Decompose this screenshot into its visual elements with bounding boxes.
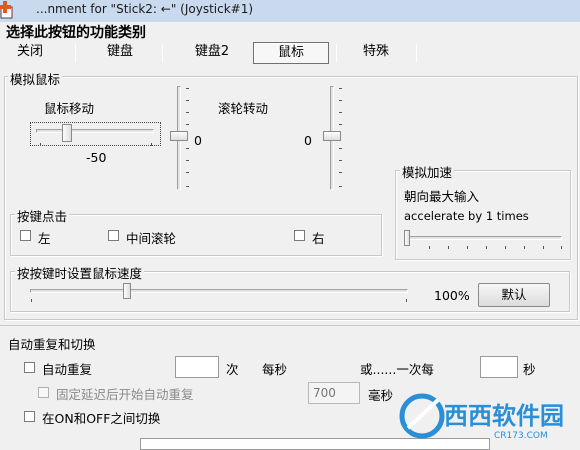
speed-slider[interactable] — [30, 289, 408, 293]
accel-group-title: 模拟加速 — [400, 162, 455, 181]
mouse-sim-group-title: 模拟鼠标 — [8, 69, 63, 88]
or-once-every-label: 或......一次每 — [360, 362, 434, 377]
watermark-logo: 西西软件园 CR173.COM — [398, 388, 578, 444]
seconds-input[interactable] — [480, 356, 518, 378]
click-right-checkbox[interactable] — [294, 230, 305, 241]
auto-repeat-label: 自动重复 — [42, 362, 93, 377]
per-second-label: 每秒 — [262, 362, 288, 377]
tab-separator — [336, 44, 337, 62]
click-right-label: 右 — [312, 231, 325, 246]
tick — [339, 124, 342, 125]
tab-keyboard[interactable]: 键盘 — [90, 42, 150, 64]
tab-mouse[interactable]: 鼠标 — [253, 42, 329, 64]
tab-separator — [75, 44, 76, 62]
mouse-move-v-thumb[interactable] — [170, 131, 188, 141]
tick — [339, 112, 342, 113]
click-left-checkbox[interactable] — [20, 230, 31, 241]
click-middle-label: 中间滚轮 — [126, 231, 177, 246]
tab-special[interactable]: 特殊 — [340, 42, 412, 64]
tab-off[interactable]: 关闭 — [0, 42, 60, 64]
delay-label: 固定延迟后开始自动重复 — [56, 387, 194, 402]
mouse-move-h-slider[interactable] — [36, 129, 154, 133]
tick — [339, 186, 342, 187]
tick — [339, 88, 342, 89]
speed-group-title: 按按键时设置鼠标速度 — [15, 263, 145, 282]
tick — [186, 160, 189, 161]
category-tabs: 关闭 键盘 键盘2 鼠标 特殊 — [0, 40, 580, 66]
app-icon — [0, 0, 20, 20]
tick — [186, 100, 189, 101]
mouse-move-label: 鼠标移动 — [44, 101, 95, 116]
watermark-sub: CR173.COM — [494, 431, 548, 441]
tick — [339, 172, 342, 173]
speed-thumb[interactable] — [123, 283, 131, 299]
tick — [543, 246, 544, 249]
tick — [524, 246, 525, 249]
tick — [186, 186, 189, 187]
wheel-value: 0 — [304, 133, 312, 148]
toggle-checkbox[interactable] — [24, 411, 35, 422]
tab-keyboard2[interactable]: 键盘2 — [176, 42, 248, 64]
tick — [31, 299, 32, 302]
click-group-title: 按键点击 — [15, 206, 70, 225]
mouse-move-v-value: 0 — [194, 133, 202, 148]
tick — [151, 143, 152, 146]
click-middle-checkbox[interactable] — [108, 230, 119, 241]
wheel-v-thumb[interactable] — [323, 131, 341, 141]
tick — [406, 299, 407, 302]
tick — [429, 246, 430, 249]
click-left-label: 左 — [38, 231, 51, 246]
tick — [40, 143, 41, 146]
tick — [186, 172, 189, 173]
default-button[interactable]: 默认 — [478, 283, 550, 307]
tick — [505, 246, 506, 249]
toggle-label: 在ON和OFF之间切换 — [42, 411, 161, 426]
accel-text: accelerate by 1 times — [404, 209, 529, 223]
tab-separator — [416, 44, 417, 62]
times-input[interactable] — [175, 356, 219, 378]
mouse-move-value: -50 — [86, 150, 107, 165]
tick — [186, 148, 189, 149]
accel-max-label: 朝向最大输入 — [404, 189, 480, 204]
tick — [448, 246, 449, 249]
repeat-group-title: 自动重复和切换 — [6, 334, 98, 353]
tick — [339, 160, 342, 161]
seconds-unit: 秒 — [523, 362, 536, 377]
title-bar: ...nment for "Stick2: ←" (Joystick#1) — [0, 0, 580, 22]
times-unit: 次 — [226, 362, 239, 377]
tab-separator — [162, 44, 163, 62]
tick — [339, 100, 342, 101]
tick — [186, 88, 189, 89]
mouse-move-slider-focus — [30, 122, 161, 146]
mouse-move-h-thumb[interactable] — [62, 124, 72, 142]
ms-unit: 毫秒 — [368, 388, 394, 403]
delay-checkbox[interactable] — [38, 387, 49, 398]
accel-slider[interactable] — [406, 236, 562, 240]
tick — [339, 148, 342, 149]
tick — [467, 246, 468, 249]
delay-input[interactable]: 700 — [308, 382, 360, 404]
tick — [186, 112, 189, 113]
accel-thumb[interactable] — [404, 230, 410, 246]
tick — [561, 246, 562, 249]
wheel-label: 滚轮转动 — [218, 101, 269, 116]
watermark-text: 西西软件园 — [444, 402, 564, 430]
speed-percent: 100% — [434, 288, 470, 303]
tick — [186, 124, 189, 125]
auto-repeat-checkbox[interactable] — [24, 362, 35, 373]
window-title: ...nment for "Stick2: ←" (Joystick#1) — [36, 2, 254, 16]
category-heading: 选择此按钮的功能类别 — [6, 25, 146, 41]
tick — [486, 246, 487, 249]
divider — [0, 325, 580, 326]
